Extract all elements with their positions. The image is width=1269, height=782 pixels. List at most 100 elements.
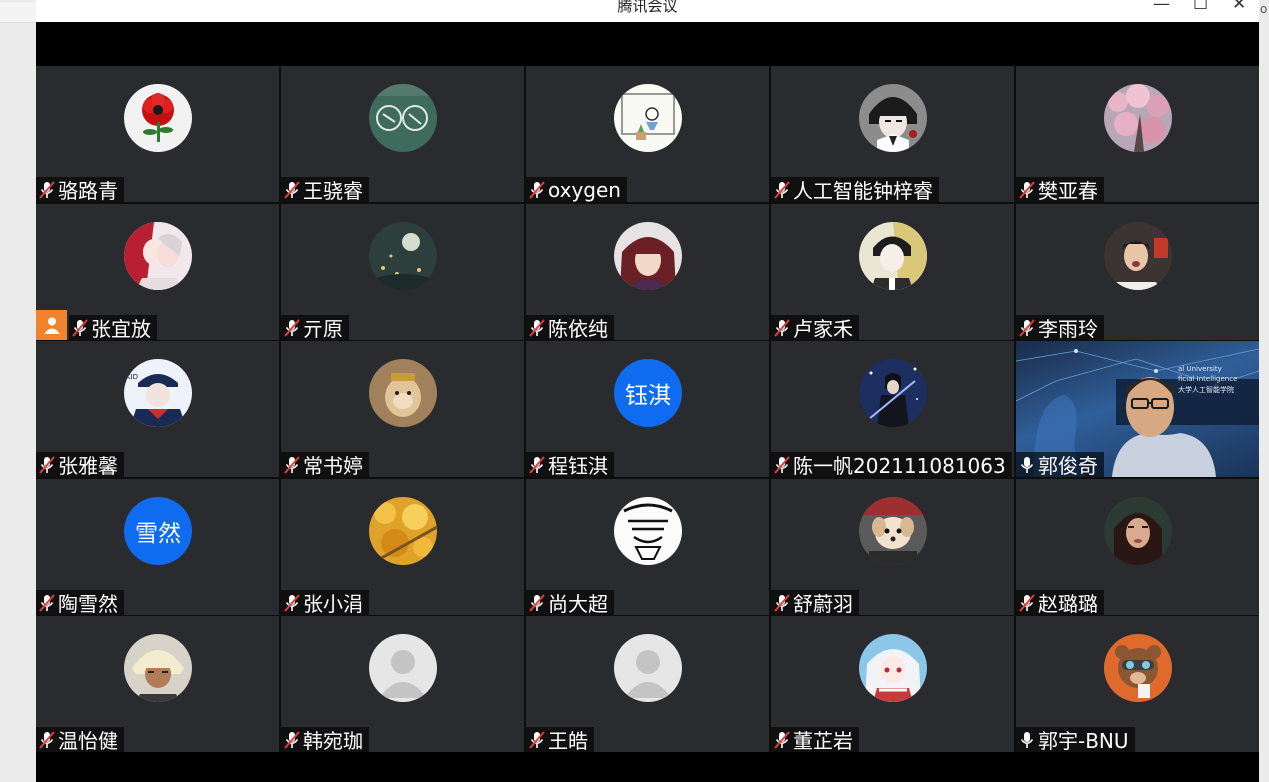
participant-name: 温怡健 bbox=[58, 729, 118, 752]
participant-name-tag: 张小涓 bbox=[281, 590, 369, 615]
participant-tile[interactable]: 陈一帆202111081063 bbox=[771, 341, 1014, 477]
participant-tile[interactable]: 郭宇-BNU bbox=[1016, 616, 1259, 752]
participant-name-tag: 张雅馨 bbox=[36, 452, 124, 477]
participant-name-tag: 卢家禾 bbox=[771, 315, 859, 340]
participant-tile[interactable]: 韩宛珈 bbox=[281, 616, 524, 752]
participant-name: 张雅馨 bbox=[58, 454, 118, 477]
participant-tile[interactable]: oxygen bbox=[526, 66, 769, 202]
maximize-button[interactable]: ☐ bbox=[1193, 0, 1208, 14]
participant-name: 陈依纯 bbox=[548, 317, 608, 340]
participant-name-tag: 陶雪然 bbox=[36, 590, 124, 615]
participant-tile[interactable]: 李雨玲 bbox=[1016, 204, 1259, 340]
participant-name: 亓原 bbox=[303, 317, 343, 340]
participant-tile[interactable]: 人工智能钟梓睿 bbox=[771, 66, 1014, 202]
participant-name: 韩宛珈 bbox=[303, 729, 363, 752]
muted-mic-icon bbox=[38, 180, 58, 200]
participant-tile[interactable]: 卢家禾 bbox=[771, 204, 1014, 340]
background-window-tab bbox=[0, 2, 36, 23]
initials-avatar: 雪然 bbox=[124, 497, 192, 565]
participant-name: oxygen bbox=[548, 177, 621, 202]
participant-name-tag: 王皓 bbox=[526, 727, 594, 752]
participant-name: 郭宇-BNU bbox=[1038, 729, 1129, 752]
participant-tile[interactable]: 王骁睿 bbox=[281, 66, 524, 202]
muted-mic-icon bbox=[71, 318, 91, 338]
participant-name-tag: 骆路青 bbox=[36, 177, 124, 202]
participant-tile[interactable]: 董芷岩 bbox=[771, 616, 1014, 752]
participant-name-tag: 郭宇-BNU bbox=[1016, 727, 1135, 752]
participant-name: 王骁睿 bbox=[303, 179, 363, 202]
avatar bbox=[1104, 497, 1172, 565]
participant-name: 陶雪然 bbox=[58, 592, 118, 615]
participant-tile[interactable]: 尚大超 bbox=[526, 479, 769, 615]
participant-tile[interactable]: 舒蔚羽 bbox=[771, 479, 1014, 615]
avatar bbox=[1104, 222, 1172, 290]
participant-tile[interactable]: 常书婷 bbox=[281, 341, 524, 477]
muted-mic-icon bbox=[283, 180, 303, 200]
participant-tile[interactable]: 赵璐璐 bbox=[1016, 479, 1259, 615]
participant-tile[interactable]: 钰淇 程钰淇 bbox=[526, 341, 769, 477]
participant-tile[interactable]: al University ficial Intelligence 大学人工智能学院… bbox=[1016, 341, 1259, 477]
participant-tile[interactable]: 亓原 bbox=[281, 204, 524, 340]
video-background-text: al University bbox=[1178, 365, 1222, 373]
participant-name: 程钰淇 bbox=[548, 454, 608, 477]
muted-mic-icon bbox=[38, 593, 58, 613]
participant-name: 张宜放 bbox=[91, 317, 151, 340]
avatar bbox=[369, 222, 437, 290]
avatar bbox=[859, 497, 927, 565]
participant-tile[interactable]: 陈依纯 bbox=[526, 204, 769, 340]
participant-name: 卢家禾 bbox=[793, 317, 853, 340]
participant-name-tag: 李雨玲 bbox=[1016, 315, 1104, 340]
muted-mic-icon bbox=[528, 730, 548, 750]
participant-tile[interactable]: 骆路青 bbox=[36, 66, 279, 202]
participant-tile[interactable]: KID 张雅馨 bbox=[36, 341, 279, 477]
participant-name-tag: 陈依纯 bbox=[526, 315, 614, 340]
participant-name-tag: 人工智能钟梓睿 bbox=[771, 177, 939, 202]
muted-mic-icon bbox=[773, 318, 793, 338]
background-window-right: o bbox=[1259, 0, 1269, 782]
muted-mic-icon bbox=[528, 318, 548, 338]
close-button[interactable]: ✕ bbox=[1232, 0, 1246, 14]
participant-tile[interactable]: 樊亚春 bbox=[1016, 66, 1259, 202]
muted-mic-icon bbox=[773, 455, 793, 475]
avatar bbox=[369, 359, 437, 427]
participant-name: 郭俊奇 bbox=[1038, 454, 1098, 477]
muted-mic-icon bbox=[528, 455, 548, 475]
participant-name-tag: 樊亚春 bbox=[1016, 177, 1104, 202]
bottom-letterbox bbox=[36, 752, 1259, 782]
mic-icon bbox=[1018, 455, 1038, 475]
top-letterbox bbox=[36, 22, 1259, 66]
avatar bbox=[859, 84, 927, 152]
muted-mic-icon bbox=[773, 593, 793, 613]
participant-name: 樊亚春 bbox=[1038, 179, 1098, 202]
muted-mic-icon bbox=[38, 455, 58, 475]
avatar bbox=[1104, 634, 1172, 702]
avatar bbox=[369, 634, 437, 702]
participant-name-tag: 舒蔚羽 bbox=[771, 590, 859, 615]
video-background-text: 大学人工智能学院 bbox=[1178, 386, 1234, 394]
background-window-left bbox=[0, 0, 36, 782]
participant-name-tag: 董芷岩 bbox=[771, 727, 859, 752]
participant-name-tag: 韩宛珈 bbox=[281, 727, 369, 752]
participant-tile[interactable]: 雪然陶雪然 bbox=[36, 479, 279, 615]
participant-name-tag: 常书婷 bbox=[281, 452, 369, 477]
participant-name-tag: 亓原 bbox=[281, 315, 349, 340]
participant-grid: 骆路青 王骁睿 oxygen 人工智能钟梓睿 樊亚春张宜放 亓原 陈依纯 卢家禾 李雨玲 KID 张… bbox=[36, 66, 1259, 752]
minimize-button[interactable]: — bbox=[1153, 0, 1170, 14]
participant-tile[interactable]: 温怡健 bbox=[36, 616, 279, 752]
participant-name-tag: 程钰淇 bbox=[526, 452, 614, 477]
participant-tile[interactable]: 张小涓 bbox=[281, 479, 524, 615]
participant-name: 李雨玲 bbox=[1038, 317, 1098, 340]
muted-mic-icon bbox=[283, 455, 303, 475]
avatar bbox=[614, 634, 682, 702]
muted-mic-icon bbox=[283, 730, 303, 750]
avatar bbox=[614, 222, 682, 290]
avatar bbox=[124, 84, 192, 152]
participant-tile[interactable]: 张宜放 bbox=[36, 204, 279, 340]
participant-name: 人工智能钟梓睿 bbox=[793, 179, 933, 202]
avatar bbox=[859, 634, 927, 702]
participant-name: 骆路青 bbox=[58, 179, 118, 202]
participant-name-tag: 尚大超 bbox=[526, 590, 614, 615]
participant-tile[interactable]: 王皓 bbox=[526, 616, 769, 752]
video-background-text: ficial Intelligence bbox=[1178, 375, 1238, 383]
participant-name: 王皓 bbox=[548, 729, 588, 752]
